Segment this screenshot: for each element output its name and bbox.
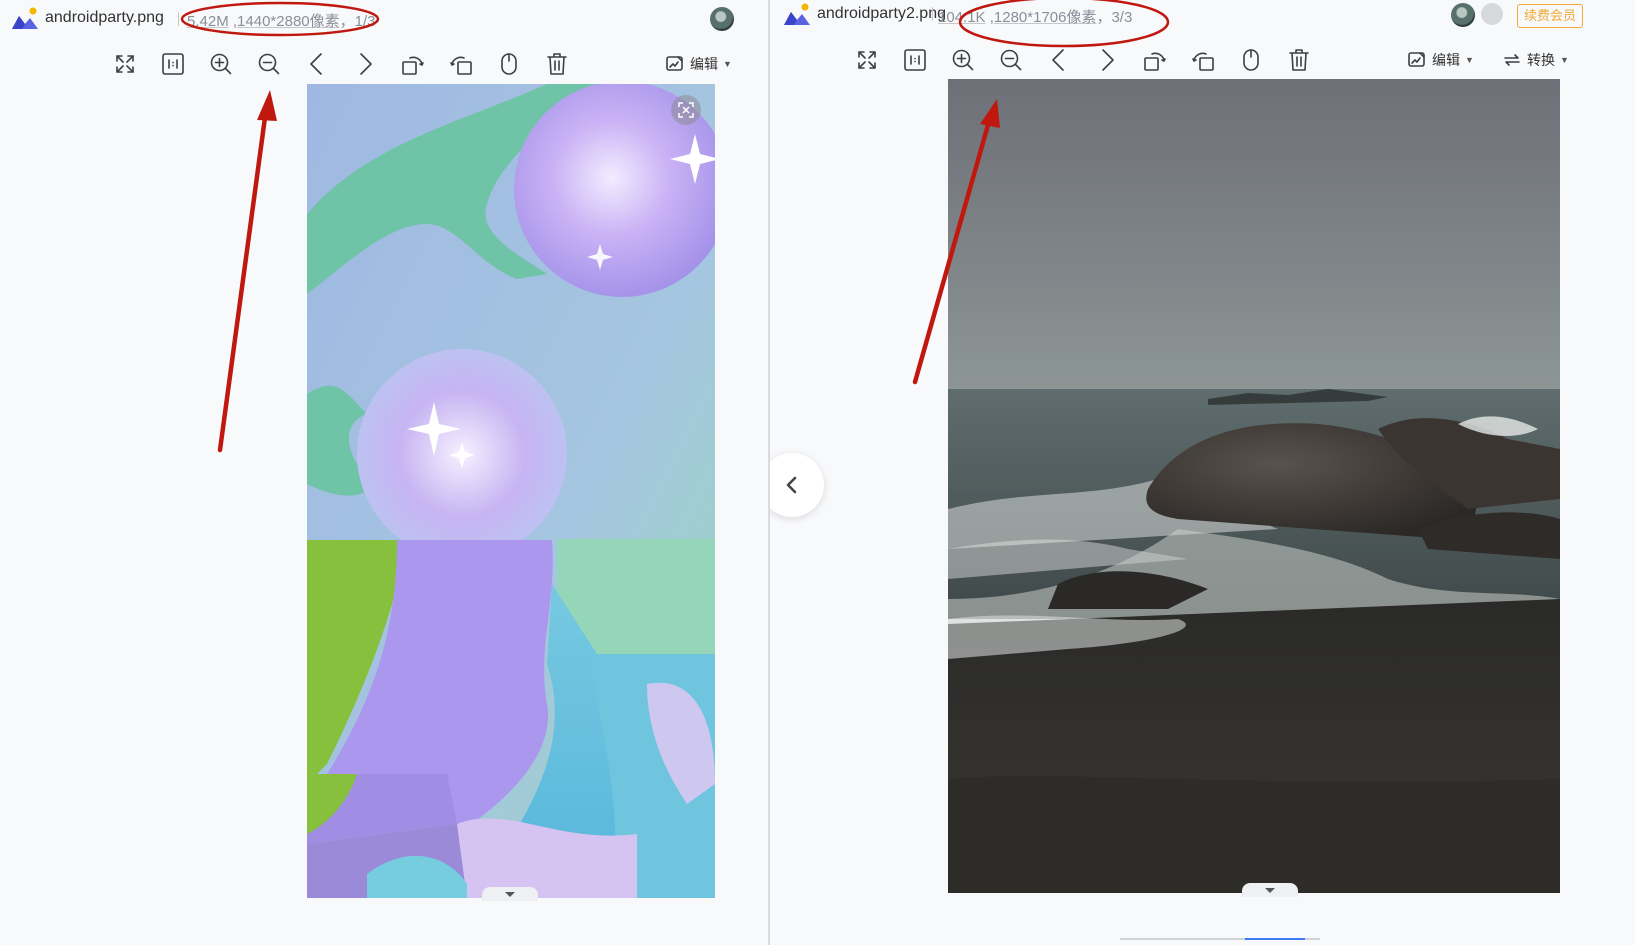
mouse-icon bbox=[1243, 49, 1259, 71]
file-info: 5.42M ,1440*2880像素，1/3 bbox=[187, 13, 376, 30]
file-size: 104.1K bbox=[938, 9, 986, 26]
recognize-text-button[interactable] bbox=[671, 95, 701, 125]
file-name: androidparty2.png bbox=[817, 5, 946, 22]
file-name: androidparty.png bbox=[45, 9, 164, 26]
file-size: 5.42M bbox=[187, 13, 229, 30]
rotate-left-button[interactable] bbox=[397, 46, 429, 82]
user-avatar[interactable] bbox=[710, 7, 734, 31]
delete-button[interactable] bbox=[1283, 42, 1315, 78]
edit-menu-button[interactable]: 编辑 ▼ bbox=[665, 52, 732, 76]
renew-membership-button[interactable]: 续费会员 bbox=[1517, 4, 1584, 28]
previous-image-button[interactable] bbox=[301, 46, 333, 82]
zoom-out-icon bbox=[1000, 49, 1022, 71]
edit-label: 编辑 bbox=[1432, 52, 1460, 68]
rotate-left-button[interactable] bbox=[1139, 42, 1171, 78]
image-canvas-left[interactable] bbox=[307, 84, 715, 898]
image-dimensions: 1440*2880像素 bbox=[237, 13, 340, 30]
mouse-mode-button[interactable] bbox=[1235, 42, 1267, 78]
rotate-right-button[interactable] bbox=[1187, 42, 1219, 78]
zoom-in-icon bbox=[210, 53, 232, 75]
edit-image-icon bbox=[666, 56, 683, 71]
edit-menu-button[interactable]: 编辑 ▼ bbox=[1407, 48, 1474, 72]
previous-image-floating-button[interactable] bbox=[770, 453, 824, 517]
image-index: ，3/3 bbox=[1096, 9, 1133, 26]
left-title-bar: androidparty.png 5.42M ,1440*2880像素，1/3 bbox=[0, 0, 768, 40]
next-image-button[interactable] bbox=[1091, 42, 1123, 78]
fullscreen-button[interactable] bbox=[109, 46, 141, 82]
zoom-out-icon bbox=[258, 53, 280, 75]
previous-icon bbox=[310, 53, 322, 75]
fullscreen-button[interactable] bbox=[851, 42, 883, 78]
rotate-right-icon bbox=[450, 56, 472, 75]
scan-icon bbox=[678, 102, 694, 118]
title-separator bbox=[932, 7, 933, 21]
actual-size-button[interactable] bbox=[157, 46, 189, 82]
rotate-left-icon bbox=[402, 56, 424, 75]
zoom-in-icon bbox=[952, 49, 974, 71]
androidparty-illustration bbox=[307, 84, 715, 898]
delete-icon bbox=[1289, 49, 1309, 71]
zoom-out-button[interactable] bbox=[995, 42, 1027, 78]
convert-label: 转换 bbox=[1527, 52, 1555, 68]
next-image-button[interactable] bbox=[349, 46, 381, 82]
edit-label: 编辑 bbox=[690, 56, 718, 72]
left-viewer-pane: androidparty.png 5.42M ,1440*2880像素，1/3 bbox=[0, 0, 768, 945]
actual-size-button[interactable] bbox=[899, 42, 931, 78]
right-title-bar: androidparty2.png 104.1K ,1280*1706像素，3/… bbox=[770, 0, 1635, 40]
convert-icon bbox=[1504, 54, 1520, 66]
title-separator bbox=[178, 12, 179, 26]
edit-image-icon bbox=[1408, 52, 1425, 67]
convert-menu-button[interactable]: 转换 ▼ bbox=[1502, 48, 1569, 72]
rotate-left-icon bbox=[1144, 52, 1166, 71]
fullscreen-icon bbox=[116, 55, 134, 73]
image-dimensions: 1280*1706像素 bbox=[993, 9, 1097, 26]
thumbnail-toggle[interactable] bbox=[482, 887, 538, 901]
mouse-mode-button[interactable] bbox=[493, 46, 525, 82]
right-viewer-pane: androidparty2.png 104.1K ,1280*1706像素，3/… bbox=[770, 0, 1635, 945]
left-toolbar: 编辑 ▼ bbox=[0, 46, 768, 86]
zoom-in-button[interactable] bbox=[947, 42, 979, 78]
thumbnail-toggle[interactable] bbox=[1242, 883, 1298, 897]
zoom-out-button[interactable] bbox=[253, 46, 285, 82]
delete-icon bbox=[547, 53, 567, 75]
fullscreen-icon bbox=[858, 51, 876, 69]
thumbnail-selected[interactable] bbox=[1245, 938, 1305, 945]
delete-button[interactable] bbox=[541, 46, 573, 82]
next-icon bbox=[360, 53, 372, 75]
image-canvas-right[interactable] bbox=[948, 79, 1560, 893]
rotate-right-icon bbox=[1192, 52, 1214, 71]
user-avatar[interactable] bbox=[1451, 3, 1475, 27]
notification-icon[interactable] bbox=[1481, 3, 1503, 25]
actual-size-icon bbox=[904, 49, 926, 71]
rotate-right-button[interactable] bbox=[445, 46, 477, 82]
chevron-down-icon[interactable]: ▼ bbox=[723, 59, 732, 69]
file-info: 104.1K ,1280*1706像素，3/3 bbox=[938, 9, 1133, 26]
chevron-down-icon[interactable]: ▼ bbox=[1560, 55, 1569, 65]
mouse-icon bbox=[501, 53, 517, 75]
image-index: ，1/3 bbox=[339, 13, 376, 30]
app-logo-icon bbox=[12, 7, 38, 29]
next-icon bbox=[1102, 49, 1114, 71]
chevron-down-icon[interactable]: ▼ bbox=[1465, 55, 1474, 65]
chevron-left-icon bbox=[786, 476, 797, 494]
zoom-in-button[interactable] bbox=[205, 46, 237, 82]
seascape-photo bbox=[948, 79, 1560, 893]
actual-size-icon bbox=[162, 53, 184, 75]
previous-image-button[interactable] bbox=[1043, 42, 1075, 78]
right-toolbar: 编辑 ▼ 转换 ▼ bbox=[770, 42, 1635, 82]
app-logo-icon bbox=[784, 3, 810, 25]
previous-icon bbox=[1052, 49, 1064, 71]
